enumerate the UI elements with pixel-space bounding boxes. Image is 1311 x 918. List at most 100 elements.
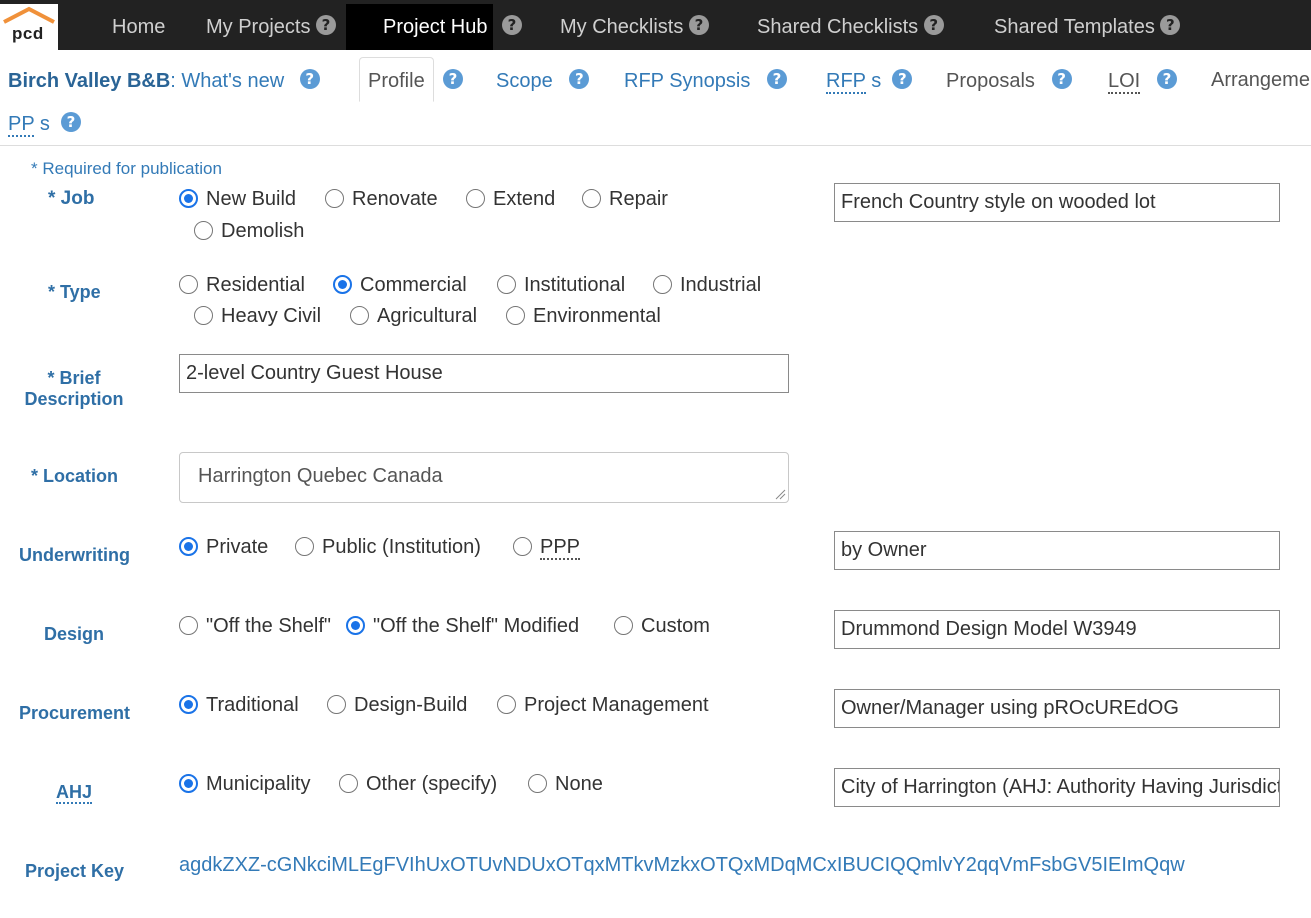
- radio[interactable]: [582, 189, 601, 208]
- ahj-notes-field[interactable]: City of Harrington (AHJ: Authority Havin…: [834, 768, 1280, 807]
- radio-selected[interactable]: [179, 774, 198, 793]
- job-option-renovate[interactable]: Renovate: [325, 188, 438, 211]
- radio[interactable]: [179, 616, 198, 635]
- radio[interactable]: [350, 306, 369, 325]
- job-option-label: Repair: [609, 188, 668, 210]
- job-option-label: New Build: [206, 188, 297, 210]
- procurement-label: Procurement: [19, 703, 131, 723]
- nav-project-hub[interactable]: Project Hub: [346, 4, 493, 50]
- tab-profile-help[interactable]: ?: [443, 69, 463, 93]
- tab-rfp-synopsis[interactable]: RFP Synopsis ?: [624, 69, 788, 93]
- help-icon[interactable]: ?: [443, 69, 463, 89]
- help-icon[interactable]: ?: [61, 112, 82, 132]
- procurement-option-project-management[interactable]: Project Management: [497, 694, 709, 717]
- radio[interactable]: [339, 774, 358, 793]
- help-icon[interactable]: ?: [299, 69, 320, 89]
- help-icon[interactable]: ?: [1156, 69, 1177, 89]
- radio-selected[interactable]: [179, 695, 198, 714]
- nav-shared-templates[interactable]: Shared Templates ?: [994, 4, 1181, 50]
- tab-profile-label: Profile: [368, 70, 425, 92]
- procurement-option-traditional[interactable]: Traditional: [179, 694, 299, 717]
- tab-scope[interactable]: Scope ?: [496, 69, 590, 93]
- tab-proposals[interactable]: Proposals ?: [946, 69, 1072, 93]
- underwriting-option-private[interactable]: Private: [179, 536, 268, 559]
- nav-my-projects[interactable]: My Projects ?: [206, 4, 337, 50]
- nav-shared-checklists[interactable]: Shared Checklists ?: [757, 4, 944, 50]
- nav-shared-checklists-label: Shared Checklists: [757, 16, 919, 38]
- design-option-custom[interactable]: Custom: [614, 615, 710, 638]
- radio[interactable]: [325, 189, 344, 208]
- whats-new-link[interactable]: What's new: [181, 70, 284, 92]
- radio[interactable]: [497, 695, 516, 714]
- radio-selected[interactable]: [333, 275, 352, 294]
- tab-pps[interactable]: PP s ?: [8, 112, 82, 137]
- nav-project-hub-help[interactable]: ?: [502, 4, 522, 50]
- help-icon[interactable]: ?: [767, 69, 788, 89]
- type-option-environmental[interactable]: Environmental: [506, 305, 661, 328]
- nav-home-label: Home: [112, 16, 166, 38]
- type-option-industrial[interactable]: Industrial: [653, 274, 761, 297]
- resize-grip-icon[interactable]: [774, 488, 786, 500]
- help-icon[interactable]: ?: [923, 15, 944, 35]
- job-notes-field[interactable]: French Country style on wooded lot: [834, 183, 1280, 222]
- ahj-option-other[interactable]: Other (specify): [339, 773, 497, 796]
- radio-selected[interactable]: [346, 616, 365, 635]
- type-option-commercial[interactable]: Commercial: [333, 274, 467, 297]
- design-option-label: "Off the Shelf": [206, 615, 332, 637]
- radio[interactable]: [513, 537, 532, 556]
- help-icon[interactable]: ?: [316, 15, 337, 35]
- tab-rfps[interactable]: RFP s ?: [826, 69, 913, 94]
- job-option-extend[interactable]: Extend: [466, 188, 555, 211]
- type-option-residential[interactable]: Residential: [179, 274, 305, 297]
- underwriting-option-public[interactable]: Public (Institution): [295, 536, 481, 559]
- job-option-demolish[interactable]: Demolish: [194, 220, 304, 243]
- radio-selected[interactable]: [179, 537, 198, 556]
- radio[interactable]: [614, 616, 633, 635]
- radio[interactable]: [295, 537, 314, 556]
- location-label: * Location: [31, 466, 119, 486]
- tab-scope-label: Scope: [496, 70, 553, 92]
- radio[interactable]: [497, 275, 516, 294]
- help-icon[interactable]: ?: [1051, 69, 1072, 89]
- type-option-institutional[interactable]: Institutional: [497, 274, 625, 297]
- job-option-new-build[interactable]: New Build: [179, 188, 296, 211]
- top-navbar: pcd Home My Projects ? Project Hub ? My …: [0, 0, 1311, 50]
- design-option-off-the-shelf-modified[interactable]: "Off the Shelf" Modified: [346, 615, 579, 638]
- underwriting-notes-field[interactable]: by Owner: [834, 531, 1280, 570]
- location-textarea[interactable]: Harrington Quebec Canada: [179, 452, 789, 503]
- help-icon[interactable]: ?: [1160, 15, 1181, 35]
- procurement-option-design-build[interactable]: Design-Build: [327, 694, 467, 717]
- type-option-agricultural[interactable]: Agricultural: [350, 305, 477, 328]
- radio[interactable]: [466, 189, 485, 208]
- radio[interactable]: [528, 774, 547, 793]
- help-icon[interactable]: ?: [688, 15, 709, 35]
- nav-home[interactable]: Home: [112, 4, 165, 50]
- ahj-option-municipality[interactable]: Municipality: [179, 773, 310, 796]
- underwriting-option-ppp[interactable]: PPP: [513, 536, 581, 560]
- design-notes-field[interactable]: Drummond Design Model W3949: [834, 610, 1280, 649]
- help-icon[interactable]: ?: [892, 69, 913, 89]
- radio[interactable]: [194, 221, 213, 240]
- tab-arrangements-label: Arrangeme: [1211, 69, 1310, 91]
- brief-description-input[interactable]: 2-level Country Guest House: [179, 354, 789, 393]
- job-option-repair[interactable]: Repair: [582, 188, 668, 211]
- pcd-logo[interactable]: pcd: [0, 4, 58, 50]
- tab-arrangements[interactable]: Arrangeme: [1211, 69, 1310, 92]
- tab-profile[interactable]: Profile: [359, 57, 434, 102]
- tab-loi[interactable]: LOI ?: [1108, 69, 1177, 94]
- radio-selected[interactable]: [179, 189, 198, 208]
- ahj-option-none[interactable]: None: [528, 773, 603, 796]
- radio[interactable]: [506, 306, 525, 325]
- help-icon[interactable]: ?: [502, 15, 522, 35]
- underwriting-option-label: Public (Institution): [322, 536, 481, 558]
- nav-my-checklists[interactable]: My Checklists ?: [560, 4, 709, 50]
- radio[interactable]: [194, 306, 213, 325]
- type-option-heavy-civil[interactable]: Heavy Civil: [194, 305, 321, 328]
- radio[interactable]: [179, 275, 198, 294]
- radio[interactable]: [327, 695, 346, 714]
- radio[interactable]: [653, 275, 672, 294]
- design-option-off-the-shelf[interactable]: "Off the Shelf": [179, 615, 331, 638]
- help-icon[interactable]: ?: [569, 69, 590, 89]
- procurement-notes-field[interactable]: Owner/Manager using pROcUREdOG: [834, 689, 1280, 728]
- nav-my-checklists-label: My Checklists: [560, 16, 684, 38]
